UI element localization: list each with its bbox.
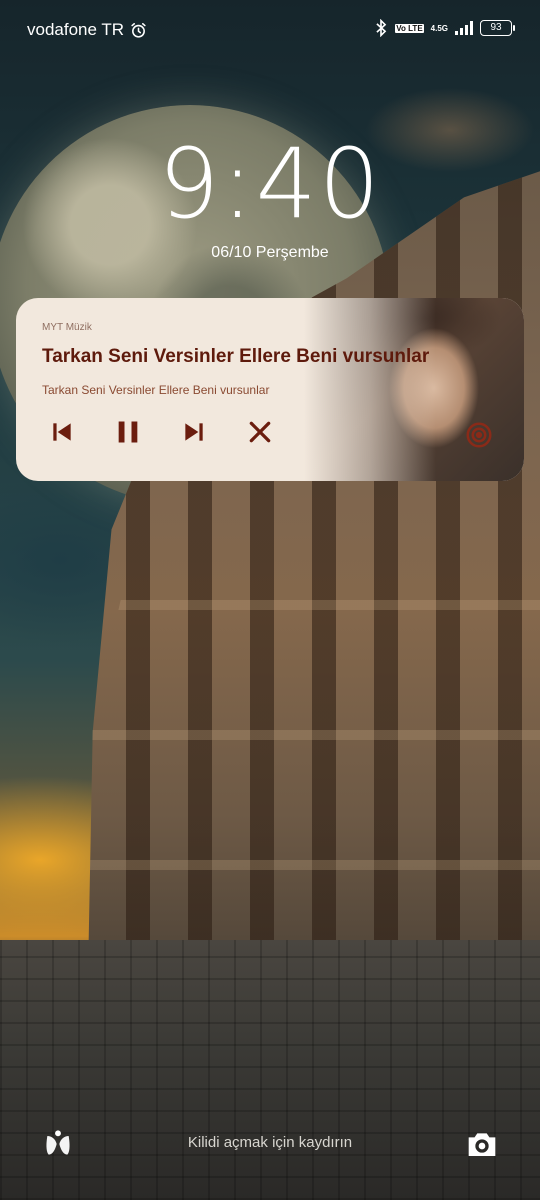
bluetooth-icon (376, 19, 387, 37)
lockscreen-date: 06/10 Perşembe (211, 244, 329, 261)
lockscreen-clock: 9:40 (158, 128, 382, 240)
close-icon (249, 421, 271, 443)
status-bar: vodafone TR Vo LTE 4.5G 93 (0, 0, 540, 60)
media-player-card[interactable]: MYT Müzik Tarkan Seni Versinler Ellere B… (16, 298, 524, 481)
pause-icon (118, 421, 138, 443)
status-icons: Vo LTE 4.5G 93 (374, 19, 515, 37)
battery-icon: 93 (480, 20, 515, 36)
camera-icon (468, 1133, 496, 1156)
battery-level: 93 (490, 22, 502, 33)
playback-controls (46, 416, 276, 448)
volte-badge: Vo LTE (395, 23, 424, 33)
song-title: Tarkan Seni Versinler Ellere Beni vursun… (42, 346, 430, 367)
alarm-clock-icon (131, 22, 146, 38)
cobblestone-ground (0, 940, 540, 1200)
media-app-name: MYT Müzik (42, 322, 92, 333)
network-type: 4.5G (431, 24, 448, 33)
skip-previous-icon (53, 423, 71, 441)
carrier: vodafone TR (27, 20, 147, 40)
cast-icon (466, 422, 492, 448)
song-artist: Tarkan Seni Versinler Ellere Beni vursun… (42, 383, 270, 397)
signal-icon (455, 21, 473, 35)
volte-label: Vo LTE (395, 23, 424, 33)
network-type-label: 4.5G (430, 23, 448, 33)
unlock-hint: Kilidi açmak için kaydırın (187, 1134, 353, 1151)
album-art-fade (304, 298, 524, 481)
camera-button[interactable] (466, 1128, 498, 1160)
cast-button[interactable] (464, 420, 494, 450)
close-button[interactable] (244, 416, 276, 448)
skip-next-icon (185, 423, 203, 441)
carrier-name: vodafone TR (27, 20, 125, 39)
previous-button[interactable] (46, 416, 78, 448)
pause-button[interactable] (112, 416, 144, 448)
next-button[interactable] (178, 416, 210, 448)
